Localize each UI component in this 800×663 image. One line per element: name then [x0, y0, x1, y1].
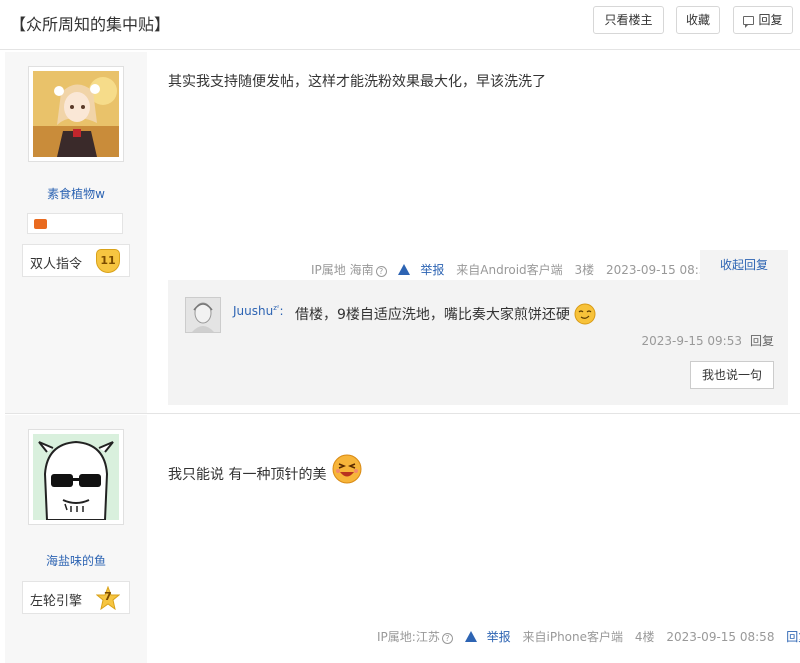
post-time: 2023-09-15 08:58 — [666, 630, 775, 644]
sketch-avatar-image — [186, 298, 220, 332]
anime-girl-avatar-image — [33, 71, 119, 157]
game-badge-icon[interactable] — [34, 219, 47, 229]
thread-header: 【众所周知的集中贴】 只看楼主 收藏 回复 — [0, 0, 800, 50]
post-content: 我只能说 有一种顶针的美 — [168, 453, 363, 485]
warning-icon — [398, 264, 411, 275]
author-name[interactable]: 海盐味的鱼 — [5, 552, 147, 569]
author-panel: 素食植物w 双人指令 11 — [5, 52, 147, 413]
smirk-emoji-icon — [574, 303, 596, 325]
sub-reply-avatar[interactable] — [185, 297, 221, 333]
level-badge: 11 — [96, 249, 120, 273]
report-link[interactable]: 举报 — [464, 630, 511, 644]
thread-title: 【众所周知的集中贴】 — [10, 15, 171, 34]
sub-reply-text: 借楼，9楼自适应洗地，嘴比奏大家煎饼还硬 — [295, 303, 596, 325]
report-link[interactable]: 举报 — [398, 263, 444, 277]
collect-button[interactable]: 收藏 — [676, 6, 720, 34]
author-name[interactable]: 素食植物w — [5, 185, 147, 202]
floor-number: 3楼 — [574, 263, 595, 277]
ip-location: IP属地 海南? — [303, 263, 387, 277]
post-content: 其实我支持随便发帖，这样才能洗粉效果最大化，早该洗洗了 — [168, 74, 546, 90]
client-source: 来自Android客户端 — [456, 263, 563, 277]
post-reply-link[interactable]: 回复 — [786, 630, 800, 644]
sub-reply-user[interactable]: Juushuzᶻ: — [233, 304, 284, 318]
sub-reply-time: 2023-9-15 09:53 — [641, 334, 742, 348]
comment-icon — [743, 16, 755, 28]
post-floor-4: 海盐味的鱼 左轮引擎 7 我只能说 有一种顶针的美 IP属地:江苏 ? 举报 来… — [5, 415, 800, 663]
sub-reply-reply-link[interactable]: 回复 — [750, 334, 774, 348]
post-time: 2023-09-15 08:58 — [605, 263, 715, 277]
thread-page: 【众所周知的集中贴】 只看楼主 收藏 回复 素食植物w 双人指令 11 其实我支… — [0, 0, 800, 663]
member-level: 双人指令 11 — [22, 244, 130, 277]
post-meta: IP属地 海南? 举报 来自Android客户端 3楼 2023-09-15 0… — [295, 261, 714, 278]
colon: : — [279, 304, 284, 318]
warning-icon — [464, 631, 477, 642]
only-host-button[interactable]: 只看楼主 — [593, 6, 664, 34]
avatar[interactable] — [28, 429, 124, 525]
me-too-button[interactable]: 我也说一句 — [690, 361, 774, 389]
sub-reply-meta: 2023-9-15 09:53 回复 — [641, 332, 774, 349]
help-icon[interactable]: ? — [375, 266, 387, 277]
level-title: 左轮引擎 — [30, 594, 83, 609]
level-title: 双人指令 — [30, 257, 83, 272]
laughing-emoji-icon — [332, 454, 362, 484]
floor-number: 4楼 — [634, 630, 655, 644]
author-panel: 海盐味的鱼 左轮引擎 7 — [5, 415, 147, 663]
member-level: 左轮引擎 7 — [22, 581, 130, 614]
reply-button-label: 回复 — [758, 13, 783, 27]
help-icon[interactable]: ? — [441, 633, 453, 644]
badge-bar — [27, 213, 123, 234]
client-source: 来自iPhone客户端 — [522, 630, 624, 644]
reply-button[interactable]: 回复 — [733, 6, 793, 34]
post-floor-3: 素食植物w 双人指令 11 其实我支持随便发帖，这样才能洗粉效果最大化，早该洗洗… — [5, 52, 800, 414]
ip-location: IP属地:江苏? — [369, 630, 453, 644]
sub-reply-box: Juushuzᶻ: 借楼，9楼自适应洗地，嘴比奏大家煎饼还硬 2023-9-15… — [168, 280, 788, 405]
avatar[interactable] — [28, 66, 124, 162]
post-meta: IP属地:江苏? 举报 来自iPhone客户端 4楼 2023-09-15 08… — [361, 628, 800, 645]
sunglasses-avatar-image — [33, 434, 119, 521]
level-badge: 7 — [96, 586, 120, 610]
collapse-replies-button[interactable]: 收起回复 — [700, 250, 788, 280]
